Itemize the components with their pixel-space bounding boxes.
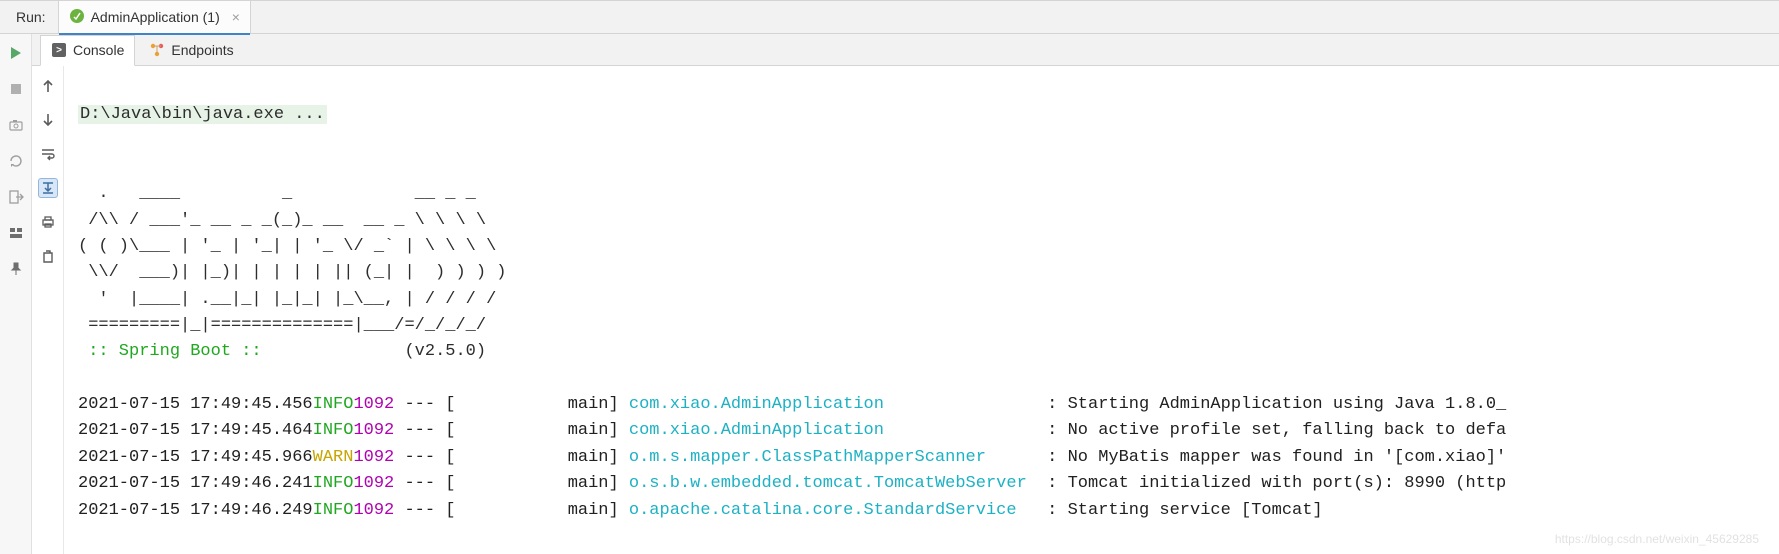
exit-icon[interactable]	[7, 188, 25, 206]
spring-boot-icon	[69, 8, 85, 27]
pin-icon[interactable]	[7, 260, 25, 278]
run-config-tab-label: AdminApplication (1)	[91, 9, 220, 25]
log-line: 2021-07-15 17:49:45.966 WARN 1092 --- [ …	[78, 445, 1779, 471]
rerun-icon[interactable]	[7, 44, 25, 62]
spring-boot-text: :: Spring Boot ::	[78, 342, 272, 361]
track-running-icon[interactable]	[7, 152, 25, 170]
console-subtabs: > Console Endpoints	[32, 34, 1779, 66]
scroll-to-end-icon[interactable]	[38, 178, 58, 198]
spring-banner: . ____ _ __ _ _ /\\ / ___'_ __ _ _(_)_ _…	[78, 184, 506, 335]
clear-all-icon[interactable]	[38, 246, 58, 266]
layout-icon[interactable]	[7, 224, 25, 242]
log-line: 2021-07-15 17:49:45.464 INFO 1092 --- [ …	[78, 418, 1779, 444]
log-line: 2021-07-15 17:49:46.249 INFO 1092 --- [ …	[78, 498, 1779, 524]
run-toolwindow-tabbar: Run: AdminApplication (1) ×	[0, 0, 1779, 34]
run-left-gutter	[0, 34, 32, 554]
run-label: Run:	[0, 9, 58, 25]
log-line: 2021-07-15 17:49:45.456 INFO 1092 --- [ …	[78, 392, 1779, 418]
up-stacktrace-icon[interactable]	[38, 76, 58, 96]
spring-boot-version: (v2.5.0)	[404, 342, 486, 361]
tab-console[interactable]: > Console	[40, 35, 135, 66]
down-stacktrace-icon[interactable]	[38, 110, 58, 130]
console-toolbar	[32, 66, 64, 554]
run-config-tab[interactable]: AdminApplication (1) ×	[58, 1, 251, 34]
tab-endpoints-label: Endpoints	[171, 42, 233, 58]
command-line: D:\Java\bin\java.exe ...	[78, 105, 327, 124]
console-icon: >	[51, 42, 67, 58]
console-output[interactable]: D:\Java\bin\java.exe ... . ____ _ __ _ _…	[64, 66, 1779, 554]
endpoints-icon	[149, 42, 165, 58]
close-icon[interactable]: ×	[232, 10, 240, 24]
soft-wrap-icon[interactable]	[38, 144, 58, 164]
log-line: 2021-07-15 17:49:46.241 INFO 1092 --- [ …	[78, 471, 1779, 497]
tab-console-label: Console	[73, 42, 124, 58]
print-icon[interactable]	[38, 212, 58, 232]
stop-icon[interactable]	[7, 80, 25, 98]
camera-icon[interactable]	[7, 116, 25, 134]
tab-endpoints[interactable]: Endpoints	[139, 34, 243, 65]
